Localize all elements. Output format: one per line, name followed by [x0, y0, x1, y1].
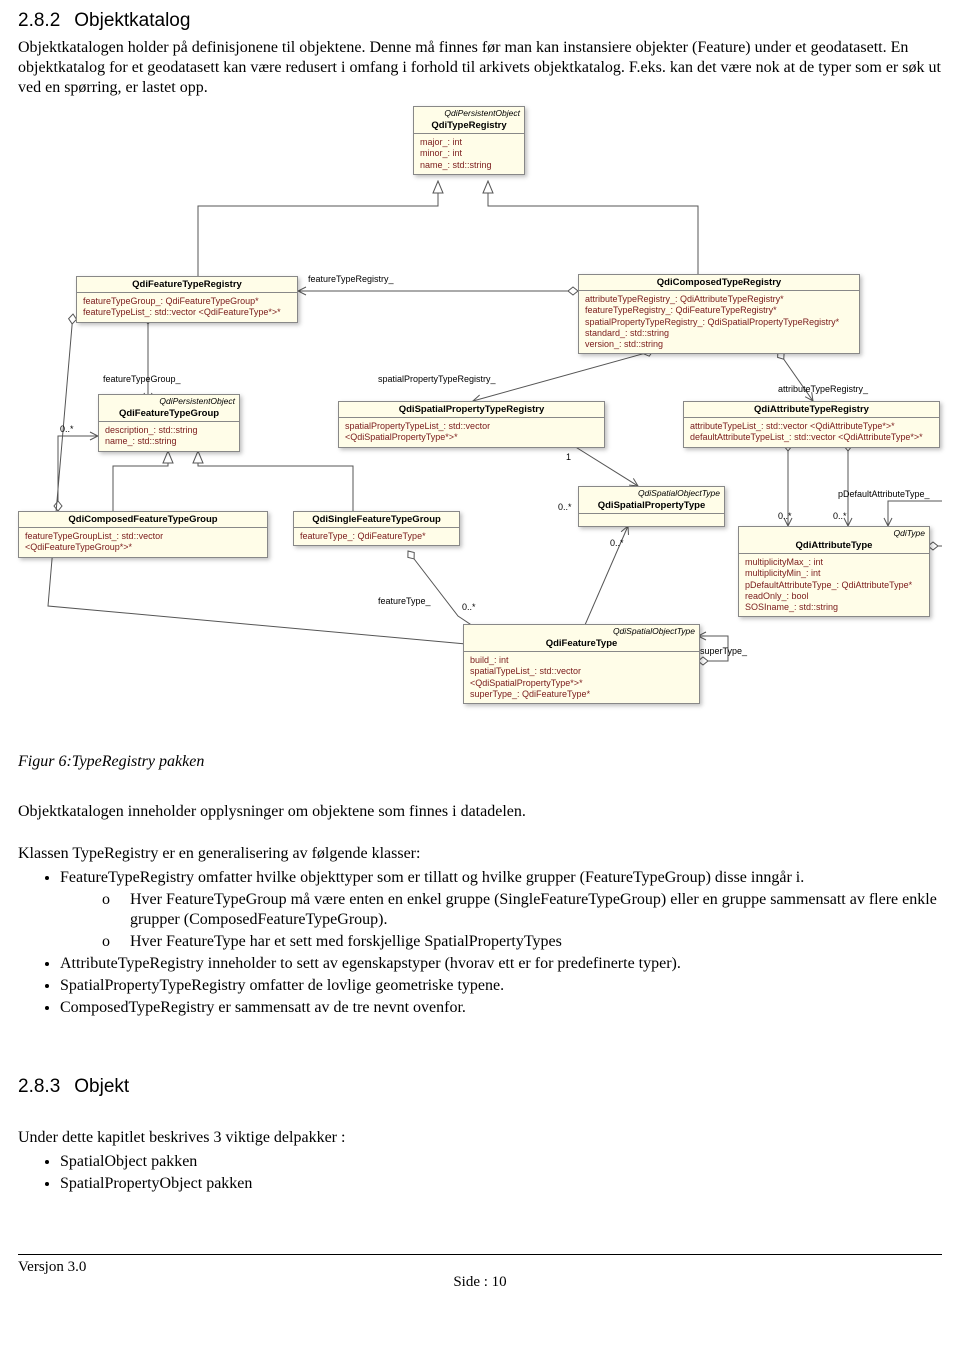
footer: Versjon 3.0 Side : 10 [18, 1254, 942, 1291]
uml-diagram: QdiPersistentObject QdiTypeRegistry majo… [18, 106, 942, 746]
class-qdi-attribute-type: QdiType QdiAttributeType multiplicityMax… [738, 526, 930, 617]
bullet-list-3: SpatialObject pakken SpatialPropertyObje… [60, 1152, 942, 1194]
class-qdi-single-feature-type-group: QdiSingleFeatureTypeGroup featureType_: … [293, 511, 460, 546]
section-number: 2.8.3 [18, 1076, 60, 1097]
class-qdi-feature-type-registry: QdiFeatureTypeRegistry featureTypeGroup_… [76, 276, 298, 323]
class-qdi-composed-feature-type-group: QdiComposedFeatureTypeGroup featureTypeG… [18, 511, 268, 558]
figure-caption: Figur 6:TypeRegistry pakken [18, 752, 942, 772]
list-item: Hver FeatureType har et sett med forskje… [102, 932, 942, 952]
list-item: SpatialPropertyTypeRegistry omfatter de … [60, 976, 942, 996]
class-qdi-spatial-property-type-registry: QdiSpatialPropertyTypeRegistry spatialPr… [338, 401, 605, 448]
section-number: 2.8.2 [18, 10, 60, 31]
list-item: AttributeTypeRegistry inneholder to sett… [60, 954, 942, 974]
paragraph-after-figure: Objektkatalogen inneholder opplysninger … [18, 802, 942, 822]
section-title: Objektkatalog [74, 10, 190, 31]
class-qdi-feature-type: QdiSpatialObjectType QdiFeatureType buil… [463, 624, 700, 704]
list-item: ComposedTypeRegistry er sammensatt av de… [60, 998, 942, 1018]
section-title: Objekt [74, 1076, 129, 1097]
bullet-list-2: Hver FeatureTypeGroup må være enten en e… [102, 890, 942, 952]
paragraph-klassen: Klassen TypeRegistry er en generaliserin… [18, 844, 942, 864]
list-item: FeatureTypeRegistry omfatter hvilke obje… [60, 868, 942, 952]
bullet-list-1: FeatureTypeRegistry omfatter hvilke obje… [60, 868, 942, 1018]
footer-page: Side : 10 [18, 1274, 942, 1291]
class-qdi-type-registry: QdiPersistentObject QdiTypeRegistry majo… [413, 106, 525, 175]
list-item: SpatialObject pakken [60, 1152, 942, 1172]
list-item: SpatialPropertyObject pakken [60, 1174, 942, 1194]
section-heading-objektkatalog: 2.8.2 Objektkatalog [18, 10, 942, 32]
intro-paragraph: Objektkatalogen holder på definisjonene … [18, 38, 942, 98]
class-qdi-attribute-type-registry: QdiAttributeTypeRegistry attributeTypeLi… [683, 401, 940, 448]
section-heading-objekt: 2.8.3 Objekt [18, 1076, 942, 1098]
class-qdi-feature-type-group: QdiPersistentObject QdiFeatureTypeGroup … [98, 394, 240, 452]
class-qdi-spatial-property-type: QdiSpatialObjectType QdiSpatialPropertyT… [578, 486, 725, 527]
class-qdi-composed-type-registry: QdiComposedTypeRegistry attributeTypeReg… [578, 274, 860, 354]
paragraph-under: Under dette kapitlet beskrives 3 viktige… [18, 1128, 942, 1148]
list-item: Hver FeatureTypeGroup må være enten en e… [102, 890, 942, 930]
